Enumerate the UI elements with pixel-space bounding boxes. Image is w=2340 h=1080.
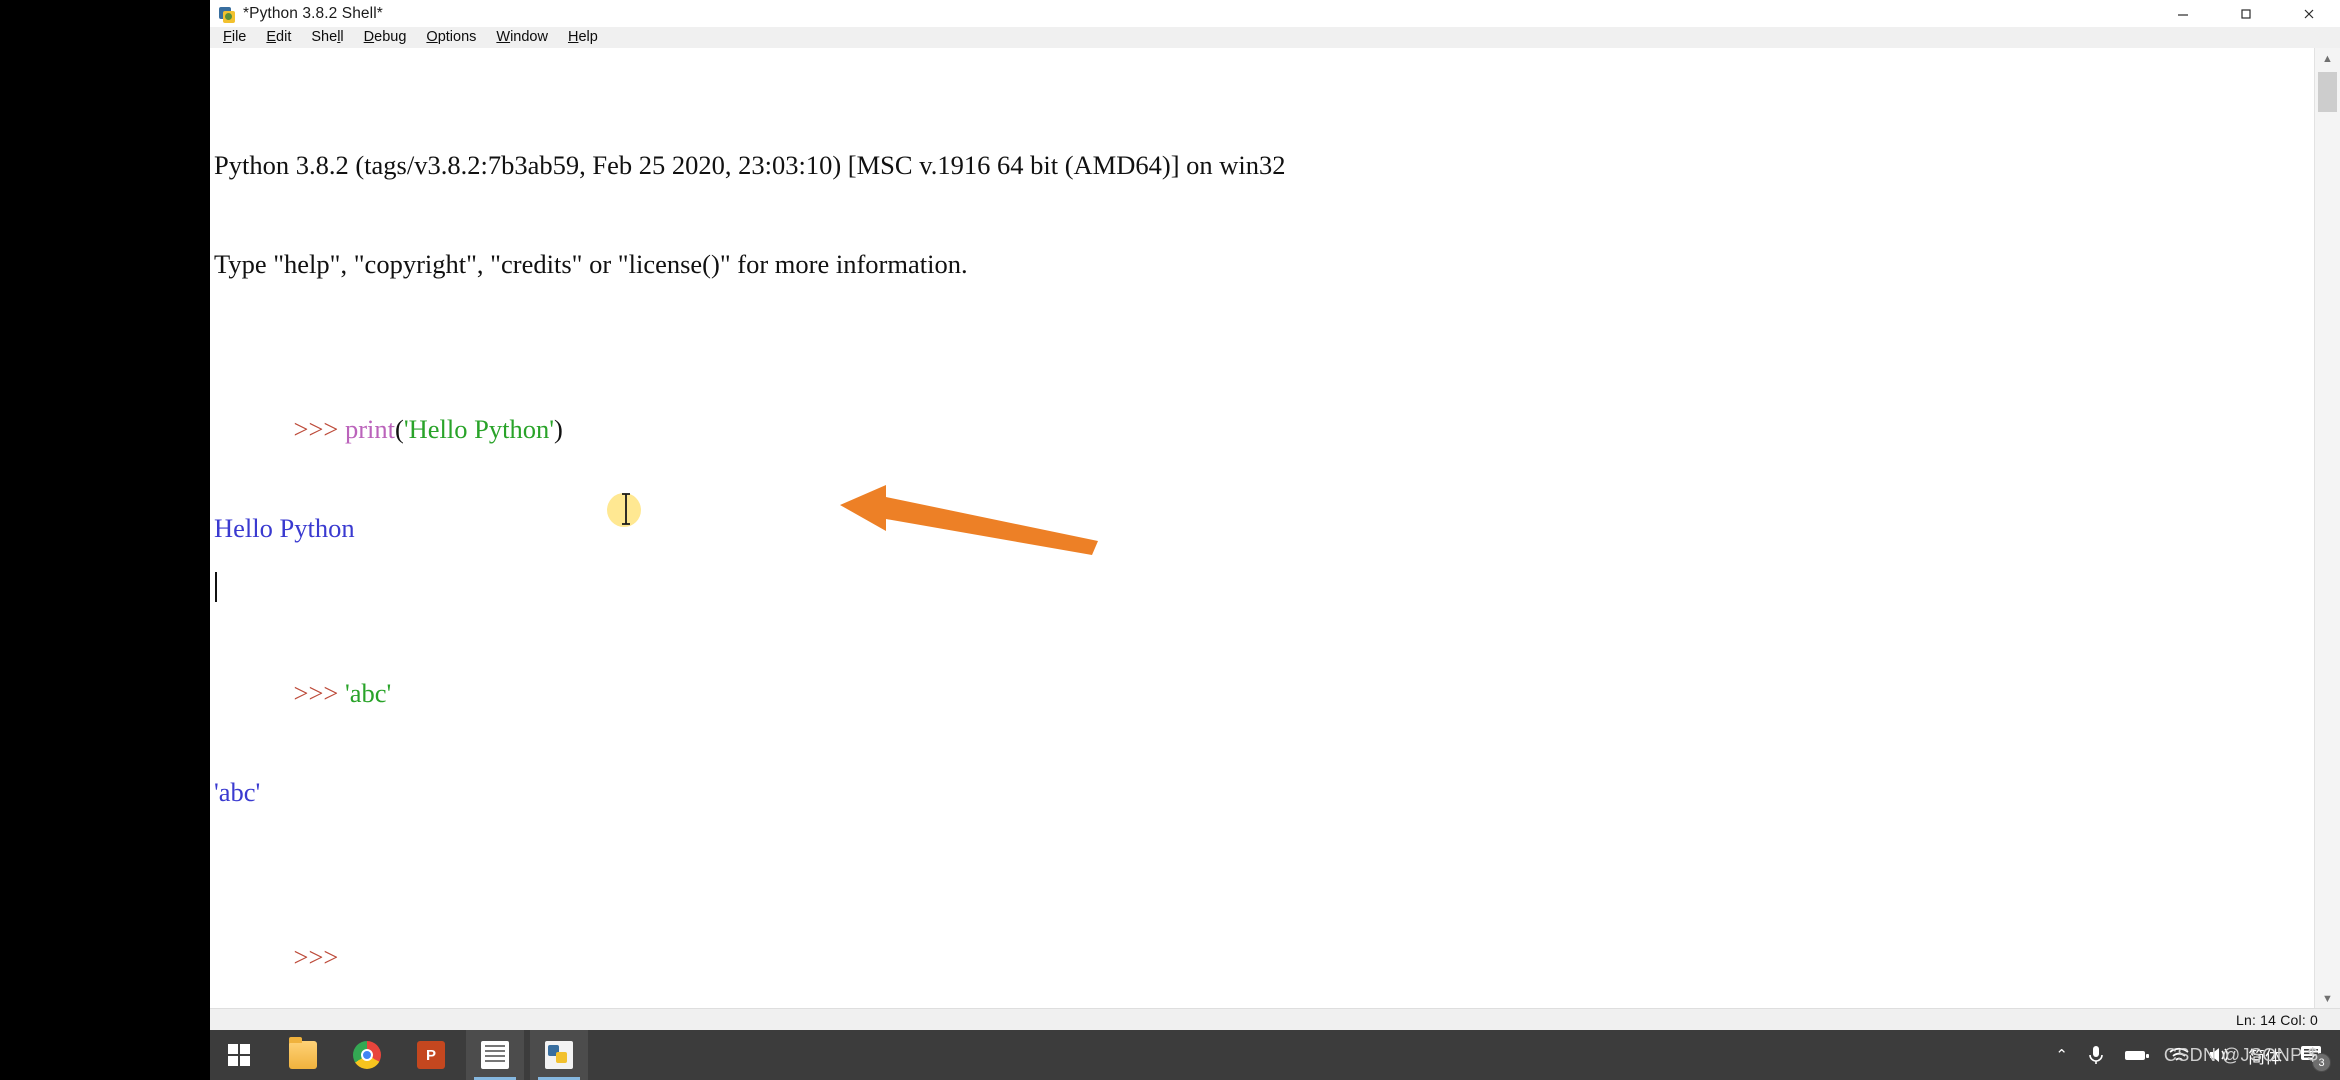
video-frame: *Python 3.8.2 Shell* File Edit Shell Deb… bbox=[0, 0, 2340, 1080]
desktop-capture-area: *Python 3.8.2 Shell* File Edit Shell Deb… bbox=[210, 0, 2340, 1080]
window-title: *Python 3.8.2 Shell* bbox=[243, 4, 383, 22]
menu-shell[interactable]: Shell bbox=[308, 28, 346, 47]
shell-text-area[interactable]: Python 3.8.2 (tags/v3.8.2:7b3ab59, Feb 2… bbox=[210, 48, 2315, 1010]
menu-options[interactable]: Options bbox=[423, 28, 479, 47]
menu-help[interactable]: Help bbox=[565, 28, 601, 47]
window-titlebar: *Python 3.8.2 Shell* bbox=[210, 0, 2340, 27]
text-caret bbox=[215, 572, 217, 602]
python-idle-icon bbox=[218, 5, 236, 23]
windows-taskbar: P ⌃ 简体 3 bbox=[210, 1030, 2340, 1080]
taskbar-item-notepad[interactable] bbox=[466, 1030, 524, 1080]
shell-transcript: Python 3.8.2 (tags/v3.8.2:7b3ab59, Feb 2… bbox=[214, 50, 2315, 1010]
statusbar: Ln: 14 Col: 0 bbox=[210, 1008, 2340, 1030]
menubar: File Edit Shell Debug Options Window Hel… bbox=[210, 27, 2340, 48]
python-idle-shell-window: *Python 3.8.2 Shell* File Edit Shell Deb… bbox=[210, 0, 2340, 1030]
menu-file[interactable]: File bbox=[220, 28, 249, 47]
window-controls bbox=[2151, 0, 2340, 27]
taskbar-app-list: P bbox=[274, 1030, 588, 1080]
taskbar-item-google-chrome[interactable] bbox=[338, 1030, 396, 1080]
banner-line-1: Python 3.8.2 (tags/v3.8.2:7b3ab59, Feb 2… bbox=[214, 150, 1286, 180]
menu-edit[interactable]: Edit bbox=[263, 28, 294, 47]
tray-chevron-up-icon[interactable]: ⌃ bbox=[2055, 1046, 2068, 1064]
watermark-text: CSDN @JSONP $ bbox=[2163, 1045, 2318, 1065]
notepad-icon bbox=[481, 1041, 509, 1069]
battery-icon[interactable] bbox=[2124, 1048, 2150, 1062]
scroll-up-icon[interactable]: ▲ bbox=[2315, 48, 2340, 70]
input-line-abc: >>> 'abc' bbox=[293, 678, 392, 708]
folder-icon bbox=[289, 1037, 317, 1069]
menu-file-label: ile bbox=[231, 29, 247, 45]
taskbar-item-python-idle[interactable] bbox=[530, 1030, 588, 1080]
python-idle-taskbar-icon bbox=[545, 1041, 573, 1069]
scroll-down-icon[interactable]: ▼ bbox=[2315, 988, 2340, 1010]
cursor-position-status: Ln: 14 Col: 0 bbox=[2236, 1011, 2318, 1028]
powerpoint-icon: P bbox=[417, 1041, 445, 1069]
banner-line-2: Type "help", "copyright", "credits" or "… bbox=[214, 249, 968, 279]
close-button[interactable] bbox=[2277, 0, 2340, 27]
microphone-icon[interactable] bbox=[2086, 1044, 2106, 1066]
taskbar-item-powerpoint[interactable]: P bbox=[402, 1030, 460, 1080]
start-button[interactable] bbox=[210, 1030, 268, 1080]
taskbar-item-file-explorer[interactable] bbox=[274, 1030, 332, 1080]
output-line-abc: 'abc' bbox=[214, 777, 261, 807]
menu-window[interactable]: Window bbox=[493, 28, 551, 47]
windows-logo-icon bbox=[228, 1044, 250, 1066]
text-cursor-icon bbox=[622, 493, 630, 525]
chrome-icon bbox=[353, 1041, 381, 1069]
menu-debug[interactable]: Debug bbox=[361, 28, 410, 47]
shell-vertical-scrollbar[interactable]: ▲ ▼ bbox=[2314, 48, 2340, 1010]
input-line-print-hello: >>> print('Hello Python') bbox=[293, 414, 563, 444]
maximize-button[interactable] bbox=[2214, 0, 2277, 27]
output-line-hello: Hello Python bbox=[214, 513, 355, 543]
minimize-button[interactable] bbox=[2151, 0, 2214, 27]
empty-prompt-line-1: >>> bbox=[293, 942, 345, 972]
scrollbar-thumb[interactable] bbox=[2318, 72, 2337, 112]
